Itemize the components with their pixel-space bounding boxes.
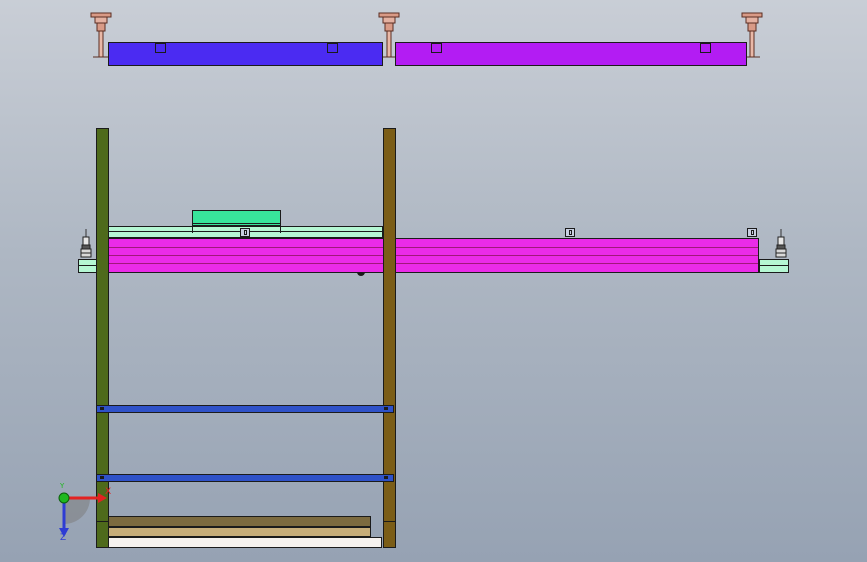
green-block-leg [192, 226, 193, 233]
right-end-plate-line [759, 265, 789, 266]
base-white-plate[interactable] [108, 537, 382, 548]
base-tan-plate[interactable] [108, 527, 371, 537]
beam-tab [565, 228, 575, 237]
cad-viewport[interactable]: X Y Z [0, 0, 867, 562]
x-axis-label: X [105, 487, 112, 497]
purple-panel[interactable] [395, 42, 747, 66]
panel-tab [700, 43, 711, 53]
right-end-plate[interactable] [759, 259, 789, 273]
crossbar-lower[interactable] [96, 474, 394, 482]
magenta-beam[interactable] [108, 238, 759, 273]
coordinate-triad-icon[interactable]: X Y Z [50, 482, 112, 544]
base-dark-plate[interactable] [108, 516, 371, 527]
green-block[interactable] [192, 210, 281, 226]
clamp-left-icon [80, 229, 92, 259]
right-post[interactable] [383, 128, 396, 548]
crossbar-upper[interactable] [96, 405, 394, 413]
beam-tab [240, 228, 250, 237]
beam-tab [747, 228, 757, 237]
panel-tab [327, 43, 338, 53]
z-axis-label: Z [60, 533, 67, 543]
clamp-right-icon [775, 229, 787, 259]
green-block-leg [280, 226, 281, 233]
y-axis-label: Y [60, 482, 65, 490]
beam-nub [357, 272, 365, 276]
panel-tab [431, 43, 442, 53]
panel-tab [155, 43, 166, 53]
blue-panel[interactable] [108, 42, 383, 66]
